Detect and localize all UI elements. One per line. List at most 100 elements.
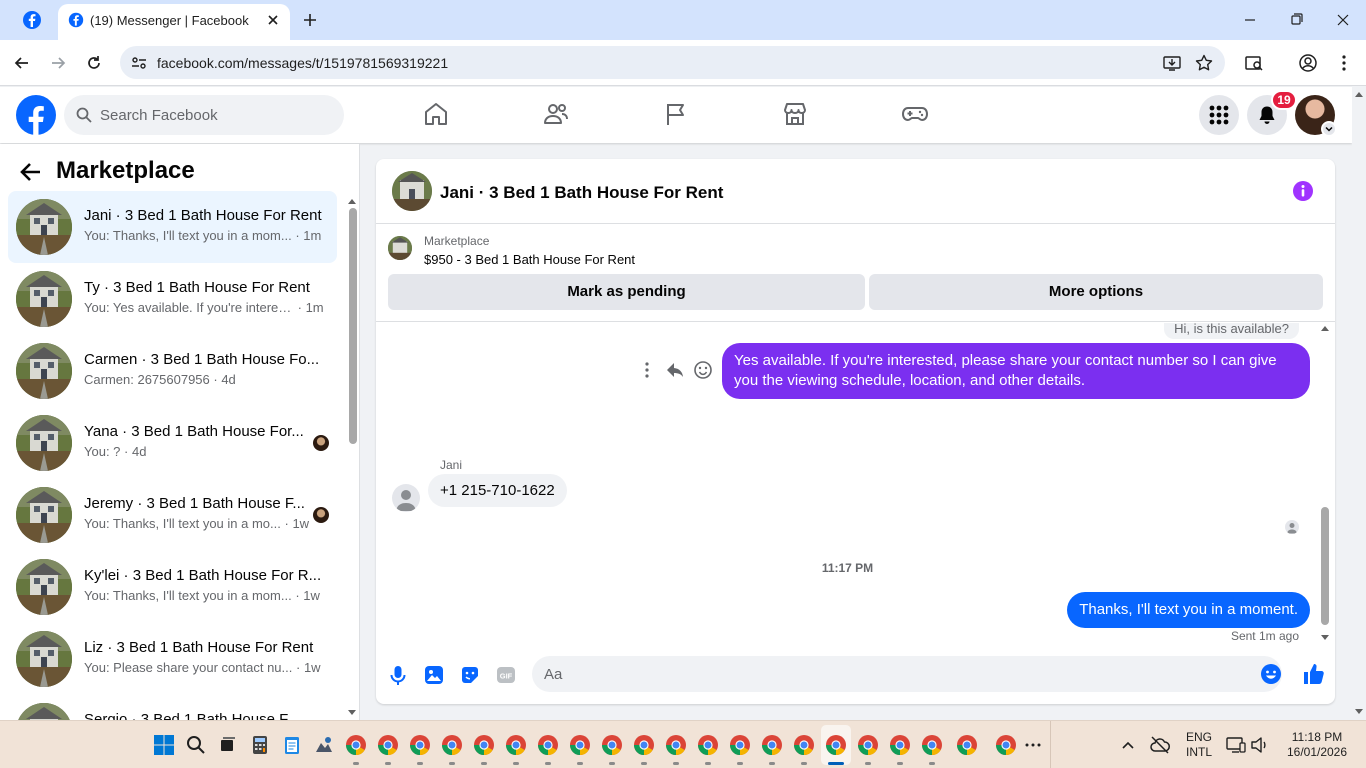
chrome-taskbar-icon[interactable] xyxy=(601,734,623,756)
seen-by-avatar xyxy=(313,507,329,523)
page-scrollbar[interactable] xyxy=(1352,87,1366,720)
reload-icon[interactable] xyxy=(84,53,104,73)
chrome-taskbar-icon[interactable] xyxy=(793,734,815,756)
message-input-box[interactable] xyxy=(532,656,1282,692)
chrome-taskbar-icon[interactable] xyxy=(956,734,978,756)
incoming-message-bubble[interactable]: +1 215-710-1622 xyxy=(428,474,567,507)
calculator-icon[interactable] xyxy=(249,734,271,756)
reply-icon[interactable] xyxy=(665,360,685,380)
chrome-taskbar-icon[interactable] xyxy=(665,734,687,756)
tab-search-icon[interactable] xyxy=(1244,53,1264,73)
back-arrow-icon[interactable] xyxy=(20,161,42,183)
chrome-taskbar-icon[interactable] xyxy=(441,734,463,756)
chrome-taskbar-icon[interactable] xyxy=(345,734,367,756)
more-actions-icon[interactable] xyxy=(637,360,657,380)
running-indicator xyxy=(897,762,903,765)
chrome-taskbar-icon[interactable] xyxy=(377,734,399,756)
message-input[interactable] xyxy=(544,656,1244,692)
network-app-icon[interactable] xyxy=(313,734,335,756)
input-language[interactable]: ENG INTL xyxy=(1179,730,1219,760)
pages-flag-icon[interactable] xyxy=(663,101,689,127)
clock[interactable]: 11:18 PM 16/01/2026 xyxy=(1280,730,1354,760)
more-apps-icon[interactable] xyxy=(1022,734,1044,756)
new-tab-icon[interactable] xyxy=(300,10,320,30)
offline-cloud-icon[interactable] xyxy=(1149,734,1171,756)
home-icon[interactable] xyxy=(423,101,449,127)
mark-as-pending-button[interactable]: Mark as pending xyxy=(388,274,865,310)
chrome-taskbar-icon[interactable] xyxy=(995,734,1017,756)
conversation-name: Ky'lei · 3 Bed 1 Bath House For R... xyxy=(84,567,322,584)
chrome-taskbar-icon[interactable] xyxy=(569,734,591,756)
conversation-item[interactable]: Carmen · 3 Bed 1 Bath House Fo... Carmen:… xyxy=(8,335,337,407)
site-info-icon[interactable] xyxy=(130,54,148,72)
back-icon[interactable] xyxy=(12,53,32,73)
chrome-taskbar-icon[interactable] xyxy=(473,734,495,756)
chrome-taskbar-icon[interactable] xyxy=(505,734,527,756)
chrome-taskbar-icon[interactable] xyxy=(697,734,719,756)
close-icon[interactable] xyxy=(264,11,282,29)
chrome-taskbar-icon[interactable] xyxy=(761,734,783,756)
conversation-list-scrollbar[interactable] xyxy=(346,196,358,720)
outgoing-message-bubble-latest[interactable]: Thanks, I'll text you in a moment. xyxy=(1067,592,1310,628)
contact-avatar[interactable] xyxy=(392,484,420,512)
chrome-taskbar-icon[interactable] xyxy=(729,734,751,756)
gif-icon[interactable]: GIF xyxy=(495,664,517,686)
more-options-button[interactable]: More options xyxy=(869,274,1323,310)
forward-icon[interactable] xyxy=(48,53,68,73)
window-close-icon[interactable] xyxy=(1333,10,1353,30)
info-icon[interactable] xyxy=(1292,180,1314,202)
conversation-item[interactable]: Jani · 3 Bed 1 Bath House For Rent You: T… xyxy=(8,191,337,263)
chrome-taskbar-icon[interactable] xyxy=(633,734,655,756)
emoji-icon[interactable] xyxy=(1260,663,1282,685)
scrollbar-thumb[interactable] xyxy=(349,208,357,444)
message-thread-scrollbar[interactable] xyxy=(1319,323,1331,646)
display-icon[interactable] xyxy=(1225,734,1247,756)
listing-price-title[interactable]: $950 - 3 Bed 1 Bath House For Rent xyxy=(424,252,635,267)
profile-icon[interactable] xyxy=(1298,53,1318,73)
chrome-taskbar-icon[interactable] xyxy=(921,734,943,756)
sticker-icon[interactable] xyxy=(459,664,481,686)
listing-avatar[interactable] xyxy=(392,171,432,211)
facebook-favicon[interactable] xyxy=(22,10,42,30)
facebook-logo[interactable] xyxy=(16,95,56,135)
search-input[interactable] xyxy=(100,95,330,135)
conversation-item[interactable]: Jeremy · 3 Bed 1 Bath House F... You: Tha… xyxy=(8,479,337,551)
facebook-search[interactable] xyxy=(64,95,344,135)
windows-start-icon[interactable] xyxy=(153,734,175,756)
task-view-icon[interactable] xyxy=(216,734,238,756)
account-avatar[interactable] xyxy=(1295,95,1337,137)
conversation-item[interactable]: Yana · 3 Bed 1 Bath House For... You: ? ·… xyxy=(8,407,337,479)
chrome-taskbar-icon[interactable] xyxy=(537,734,559,756)
conversation-item[interactable]: Ty · 3 Bed 1 Bath House For Rent You: Yes… xyxy=(8,263,337,335)
bookmark-star-icon[interactable] xyxy=(1194,53,1214,73)
react-emoji-icon[interactable] xyxy=(693,360,713,380)
photo-icon[interactable] xyxy=(423,664,445,686)
menu-grid-button[interactable] xyxy=(1199,95,1239,135)
gaming-icon[interactable] xyxy=(902,101,928,127)
chrome-taskbar-icon[interactable] xyxy=(857,734,879,756)
thumbs-up-icon[interactable] xyxy=(1301,662,1324,684)
chrome-taskbar-icon[interactable] xyxy=(889,734,911,756)
conversation-item[interactable]: Liz · 3 Bed 1 Bath House For Rent You: Pl… xyxy=(8,623,337,695)
microphone-icon[interactable] xyxy=(387,664,409,686)
kebab-menu-icon[interactable] xyxy=(1334,53,1354,73)
chrome-taskbar-icon[interactable] xyxy=(409,734,431,756)
chrome-taskbar-icon[interactable] xyxy=(825,734,847,756)
browser-tab-active[interactable]: (19) Messenger | Facebook xyxy=(58,4,290,40)
conversation-item[interactable]: Ky'lei · 3 Bed 1 Bath House For R... You:… xyxy=(8,551,337,623)
friends-icon[interactable] xyxy=(543,101,569,127)
running-indicator xyxy=(545,762,551,765)
address-bar[interactable]: facebook.com/messages/t/1519781569319221 xyxy=(120,46,1225,79)
install-app-icon[interactable] xyxy=(1162,53,1182,73)
listing-thumbnail[interactable] xyxy=(388,236,412,260)
outgoing-message-bubble[interactable]: Yes available. If you're interested, ple… xyxy=(722,343,1310,399)
minimize-icon[interactable] xyxy=(1240,10,1260,30)
chevron-up-icon[interactable] xyxy=(1117,734,1139,756)
scrollbar-thumb[interactable] xyxy=(1321,507,1329,625)
notepad-icon[interactable] xyxy=(281,734,303,756)
conversation-item[interactable]: Sergio · 3 Bed 1 Bath House F... xyxy=(8,695,337,720)
search-icon[interactable] xyxy=(185,734,207,756)
volume-icon[interactable] xyxy=(1249,734,1271,756)
marketplace-icon[interactable] xyxy=(782,101,808,127)
maximize-icon[interactable] xyxy=(1286,10,1306,30)
